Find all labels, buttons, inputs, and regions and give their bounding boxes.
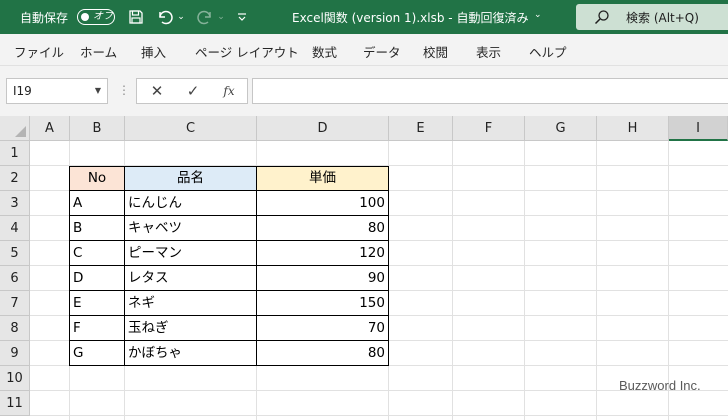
formula-bar-grip-icon: ⋮ xyxy=(118,83,130,97)
tab-insert[interactable]: 挿入 xyxy=(141,42,166,61)
cell-name[interactable]: キャベツ xyxy=(125,216,256,240)
formula-bar-area: I19 ▼ ⋮ ✕ ✓ fx xyxy=(0,66,728,116)
document-title: Excel関数 (version 1).xlsb - 自動回復済み xyxy=(292,11,529,25)
column-header-b[interactable]: B xyxy=(70,116,125,141)
gridline-vertical xyxy=(452,141,453,420)
select-all-button[interactable] xyxy=(0,116,30,141)
search-icon xyxy=(594,9,610,29)
name-box[interactable]: I19 ▼ xyxy=(6,78,108,104)
row-header-3[interactable]: 3 xyxy=(0,191,30,216)
table-border-horizontal xyxy=(69,315,389,316)
tab-file[interactable]: ファイル xyxy=(14,42,64,61)
tab-home[interactable]: ホーム xyxy=(80,42,117,61)
column-header-a[interactable]: A xyxy=(30,116,70,141)
table-border-horizontal xyxy=(69,190,389,191)
table-border-horizontal xyxy=(69,215,389,216)
table-border-vertical xyxy=(124,166,125,366)
gridline-horizontal xyxy=(30,365,728,366)
cell-name[interactable]: 玉ねぎ xyxy=(125,316,256,340)
cell-price[interactable]: 70 xyxy=(257,316,388,340)
formula-input[interactable] xyxy=(252,78,728,104)
row-header-4[interactable]: 4 xyxy=(0,216,30,241)
header-cell-name[interactable]: 品名 xyxy=(125,166,256,190)
cell-price[interactable]: 150 xyxy=(257,291,388,315)
cell-name[interactable]: かぼちゃ xyxy=(125,341,256,365)
row-header-1[interactable]: 1 xyxy=(0,141,30,166)
tab-data[interactable]: データ xyxy=(363,42,401,61)
row-header-9[interactable]: 9 xyxy=(0,341,30,366)
column-header-g[interactable]: G xyxy=(525,116,597,141)
cell-no[interactable]: B xyxy=(70,216,124,240)
table-border-horizontal xyxy=(69,265,389,266)
row-header-2[interactable]: 2 xyxy=(0,166,30,191)
table-border-horizontal xyxy=(69,240,389,241)
column-header-h[interactable]: H xyxy=(597,116,669,141)
autosave-state: オフ xyxy=(93,11,113,22)
column-header-i[interactable]: I xyxy=(669,116,728,141)
row-header-11[interactable]: 11 xyxy=(0,391,30,416)
table-border-horizontal xyxy=(69,340,389,341)
cell-no[interactable]: A xyxy=(70,191,124,215)
cell-price[interactable]: 80 xyxy=(257,341,388,365)
cell-no[interactable]: D xyxy=(70,266,124,290)
tab-help[interactable]: ヘルプ xyxy=(529,42,567,61)
column-header-e[interactable]: E xyxy=(389,116,453,141)
undo-icon[interactable] xyxy=(155,7,175,27)
search-placeholder: 検索 (Alt+Q) xyxy=(626,11,699,25)
undo-dropdown-icon[interactable]: ⌄ xyxy=(176,7,186,27)
cell-no[interactable]: C xyxy=(70,241,124,265)
search-box[interactable]: 検索 (Alt+Q) xyxy=(576,4,728,30)
row-header-6[interactable]: 6 xyxy=(0,266,30,291)
row-header-8[interactable]: 8 xyxy=(0,316,30,341)
insert-function-icon[interactable]: fx xyxy=(219,82,239,100)
customize-toolbar-icon[interactable] xyxy=(236,7,248,27)
header-cell-price[interactable]: 単価 xyxy=(257,166,388,190)
title-bar: 自動保存 オフ ⌄ ⌄ Excel関数 (version 1).xlsb - 自… xyxy=(0,0,728,34)
gridline-vertical xyxy=(388,141,389,420)
toggle-knob xyxy=(81,12,89,21)
cell-price[interactable]: 80 xyxy=(257,216,388,240)
title-dropdown-icon[interactable]: ⌄ xyxy=(534,10,542,20)
cell-name[interactable]: ネギ xyxy=(125,291,256,315)
ribbon-tabs: ファイル ホーム 挿入 ページ レイアウト 数式 データ 校閲 表示 ヘルプ xyxy=(0,34,728,66)
table-border-vertical xyxy=(256,166,257,366)
column-header-d[interactable]: D xyxy=(257,116,389,141)
cell-name[interactable]: にんじん xyxy=(125,191,256,215)
redo-icon[interactable] xyxy=(195,7,215,27)
enter-check-icon[interactable]: ✓ xyxy=(183,82,203,100)
save-icon[interactable] xyxy=(126,7,146,27)
cell-price[interactable]: 100 xyxy=(257,191,388,215)
tab-view[interactable]: 表示 xyxy=(476,42,501,61)
formula-buttons: ✕ ✓ fx xyxy=(136,78,248,104)
name-box-dropdown-icon[interactable]: ▼ xyxy=(95,86,101,95)
gridline-vertical xyxy=(524,141,525,420)
column-header-c[interactable]: C xyxy=(125,116,257,141)
cell-no[interactable]: E xyxy=(70,291,124,315)
cell-no[interactable]: F xyxy=(70,316,124,340)
redo-dropdown-icon[interactable]: ⌄ xyxy=(216,7,226,27)
autosave-label: 自動保存 xyxy=(20,11,69,25)
gridline-vertical xyxy=(596,141,597,420)
cell-no[interactable]: G xyxy=(70,341,124,365)
row-header-5[interactable]: 5 xyxy=(0,241,30,266)
autosave-toggle[interactable]: オフ xyxy=(77,9,115,25)
gridline-horizontal xyxy=(30,415,728,416)
cell-price[interactable]: 120 xyxy=(257,241,388,265)
cancel-icon[interactable]: ✕ xyxy=(147,82,167,100)
tab-review[interactable]: 校閲 xyxy=(423,42,448,61)
watermark-text: Buzzword Inc. xyxy=(619,378,701,393)
tab-formulas[interactable]: 数式 xyxy=(312,42,337,61)
name-box-value: I19 xyxy=(13,84,32,98)
row-header-10[interactable]: 10 xyxy=(0,366,30,391)
table-border-horizontal xyxy=(69,290,389,291)
column-header-f[interactable]: F xyxy=(453,116,525,141)
header-cell-no[interactable]: No xyxy=(70,166,124,190)
tab-page-layout[interactable]: ページ レイアウト xyxy=(195,42,299,61)
row-header-7[interactable]: 7 xyxy=(0,291,30,316)
cell-name[interactable]: レタス xyxy=(125,266,256,290)
cell-price[interactable]: 90 xyxy=(257,266,388,290)
cell-name[interactable]: ピーマン xyxy=(125,241,256,265)
